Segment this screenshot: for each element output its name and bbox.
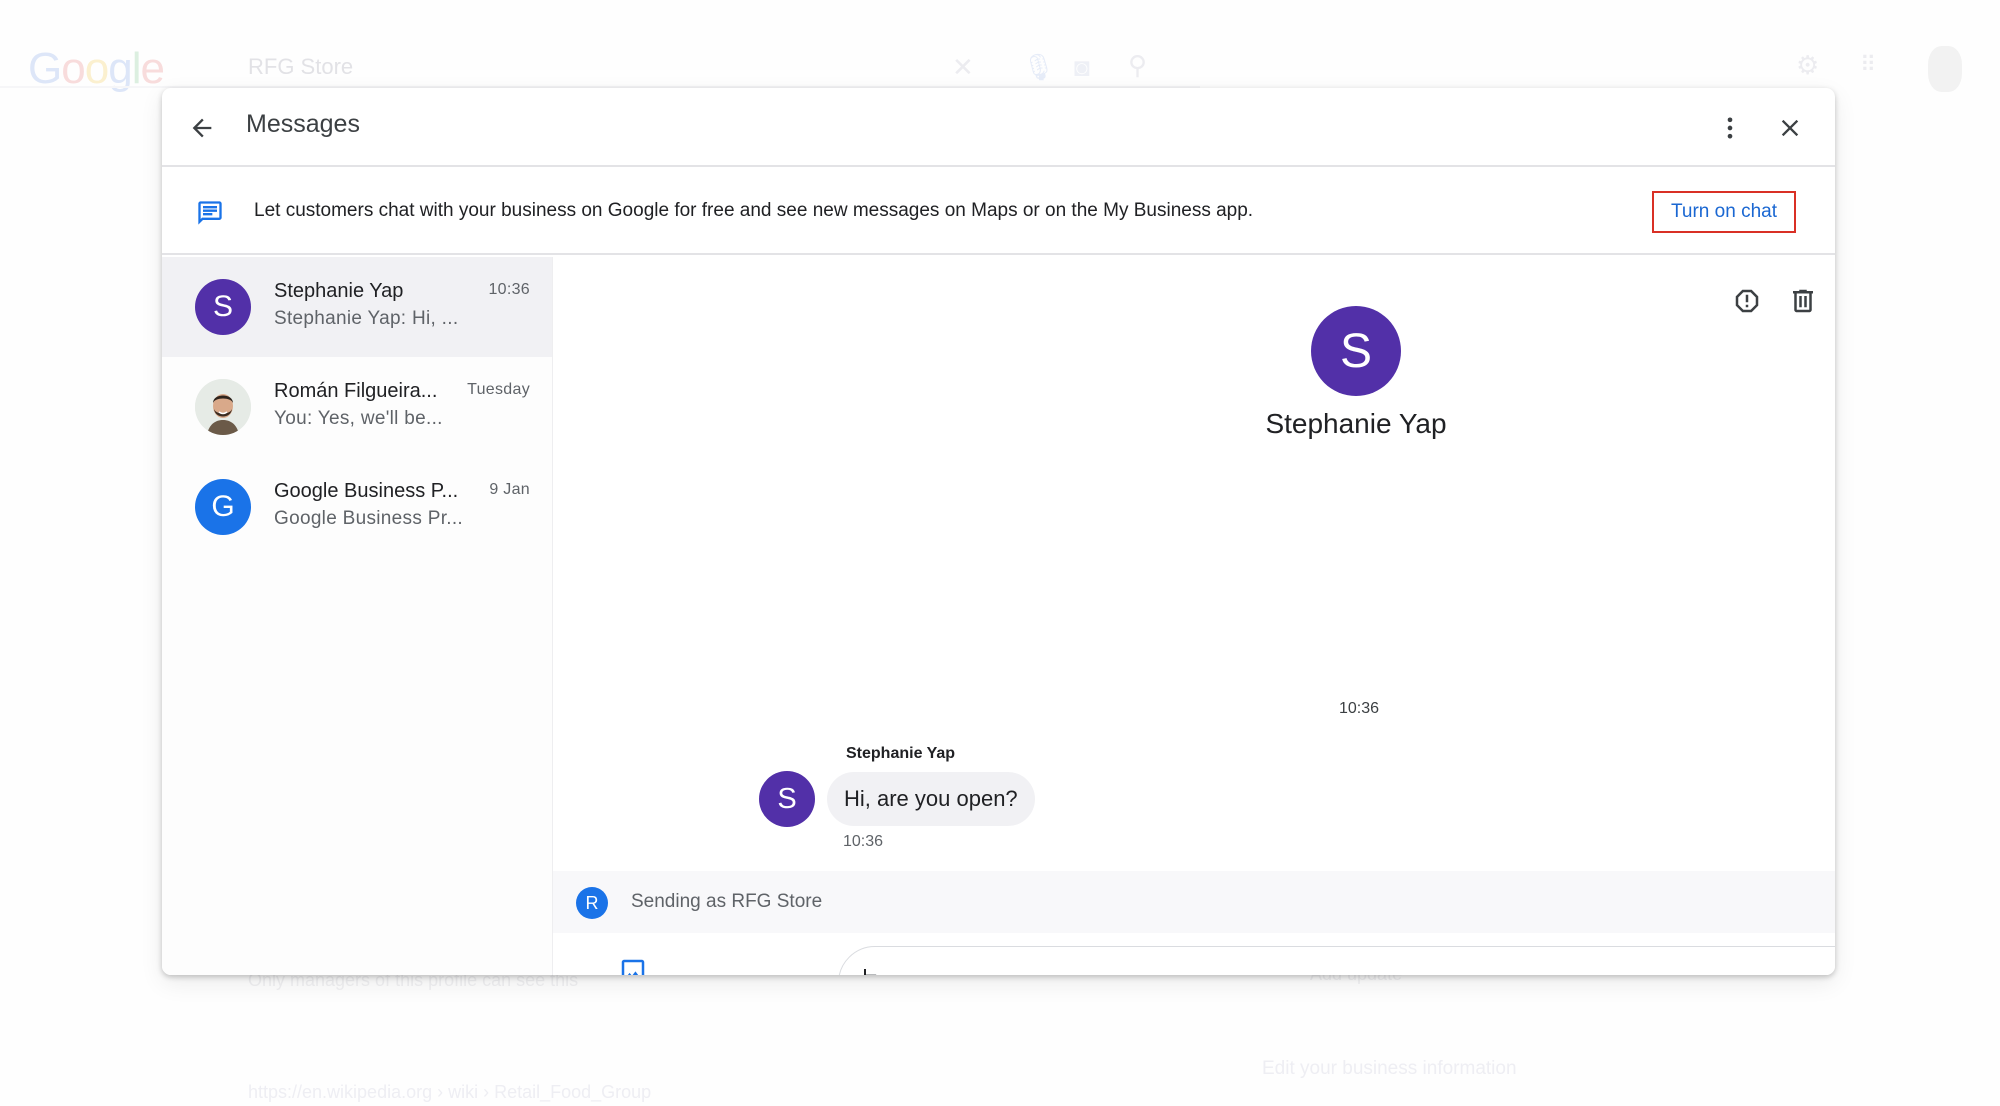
settings-icon: ⚙ [1796,50,1820,80]
delete-conversation-button[interactable] [1783,281,1823,321]
background-link: https://en.wikipedia.org › wiki › Retail… [248,1082,652,1102]
avatar [195,379,251,435]
person-photo-icon [195,379,251,435]
conversation-preview: You: Yes, we'll be... [274,408,443,429]
conversation-item[interactable]: G Google Business P... Google Business P… [162,457,552,557]
avatar: S [195,279,251,335]
chat-icon [198,201,222,225]
microphone-icon: 🎙︎ [1022,52,1056,82]
message-sender-avatar: S [759,771,815,827]
conversation-preview: Google Business Pr... [274,508,464,529]
conversation-time: Tuesday [467,381,530,398]
report-icon [1735,289,1759,313]
conversation-panel: S Stephanie Yap 10:36 Stephanie Yap S Hi… [553,257,1835,975]
lens-icon: ◙ [1074,52,1090,82]
more-options-button[interactable] [1710,108,1750,148]
business-avatar: R [576,887,608,919]
conversation-list: S Stephanie Yap Stephanie Yap: Hi, ... 1… [162,257,553,975]
message-bubble: Hi, are you open? [827,772,1035,826]
avatar: G [195,479,251,535]
clear-search-icon: ✕ [952,52,974,82]
text-cursor [864,969,866,975]
close-button[interactable] [1770,108,1810,148]
report-spam-button[interactable] [1727,281,1767,321]
sending-as-label: Sending as RFG Store [631,891,823,912]
message-text: Hi, are you open? [844,786,1018,811]
message-time: 10:36 [843,833,884,850]
dialog-title: Messages [246,110,360,138]
conversation-time: 9 Jan [489,481,530,498]
close-icon [1781,119,1799,137]
attach-image-button[interactable] [611,949,655,975]
background-edit-info: Edit your business information [1262,1058,1517,1079]
message-input[interactable] [838,946,1835,975]
image-icon [621,959,645,975]
apps-grid-icon: ⠿ [1860,52,1877,77]
conversation-time: 10:36 [488,281,530,298]
conversation-item[interactable]: Román Filgueira... You: Yes, we'll be...… [162,357,552,457]
conversation-name: Google Business P... [274,480,459,502]
conversation-name: Stephanie Yap [274,280,404,302]
conversation-timestamp: 10:36 [1338,700,1380,717]
back-button[interactable] [182,108,222,148]
contact-name: Stephanie Yap [1265,408,1447,439]
message-sender-name: Stephanie Yap [846,745,956,762]
more-vert-icon [1727,117,1733,139]
arrow-back-icon [192,118,212,138]
profile-avatar [1928,46,1962,92]
conversation-item[interactable]: S Stephanie Yap Stephanie Yap: Hi, ... 1… [162,257,552,357]
delete-icon [1793,289,1813,313]
conversation-preview: Stephanie Yap: Hi, ... [274,308,459,329]
dialog-header: Messages [162,88,1835,167]
banner-text: Let customers chat with your business on… [254,200,1254,221]
chat-promo-banner: Let customers chat with your business on… [162,169,1835,255]
turn-on-chat-button[interactable]: Turn on chat [1652,191,1796,233]
background-search-query: RFG Store [248,54,354,79]
sending-as-bar: R Sending as RFG Store [553,871,1835,933]
search-icon: ⚲ [1128,50,1148,80]
contact-avatar: S [1311,306,1401,396]
conversation-name: Román Filgueira... [274,380,438,402]
messages-dialog: Messages Let customers chat with your bu… [162,88,1835,975]
